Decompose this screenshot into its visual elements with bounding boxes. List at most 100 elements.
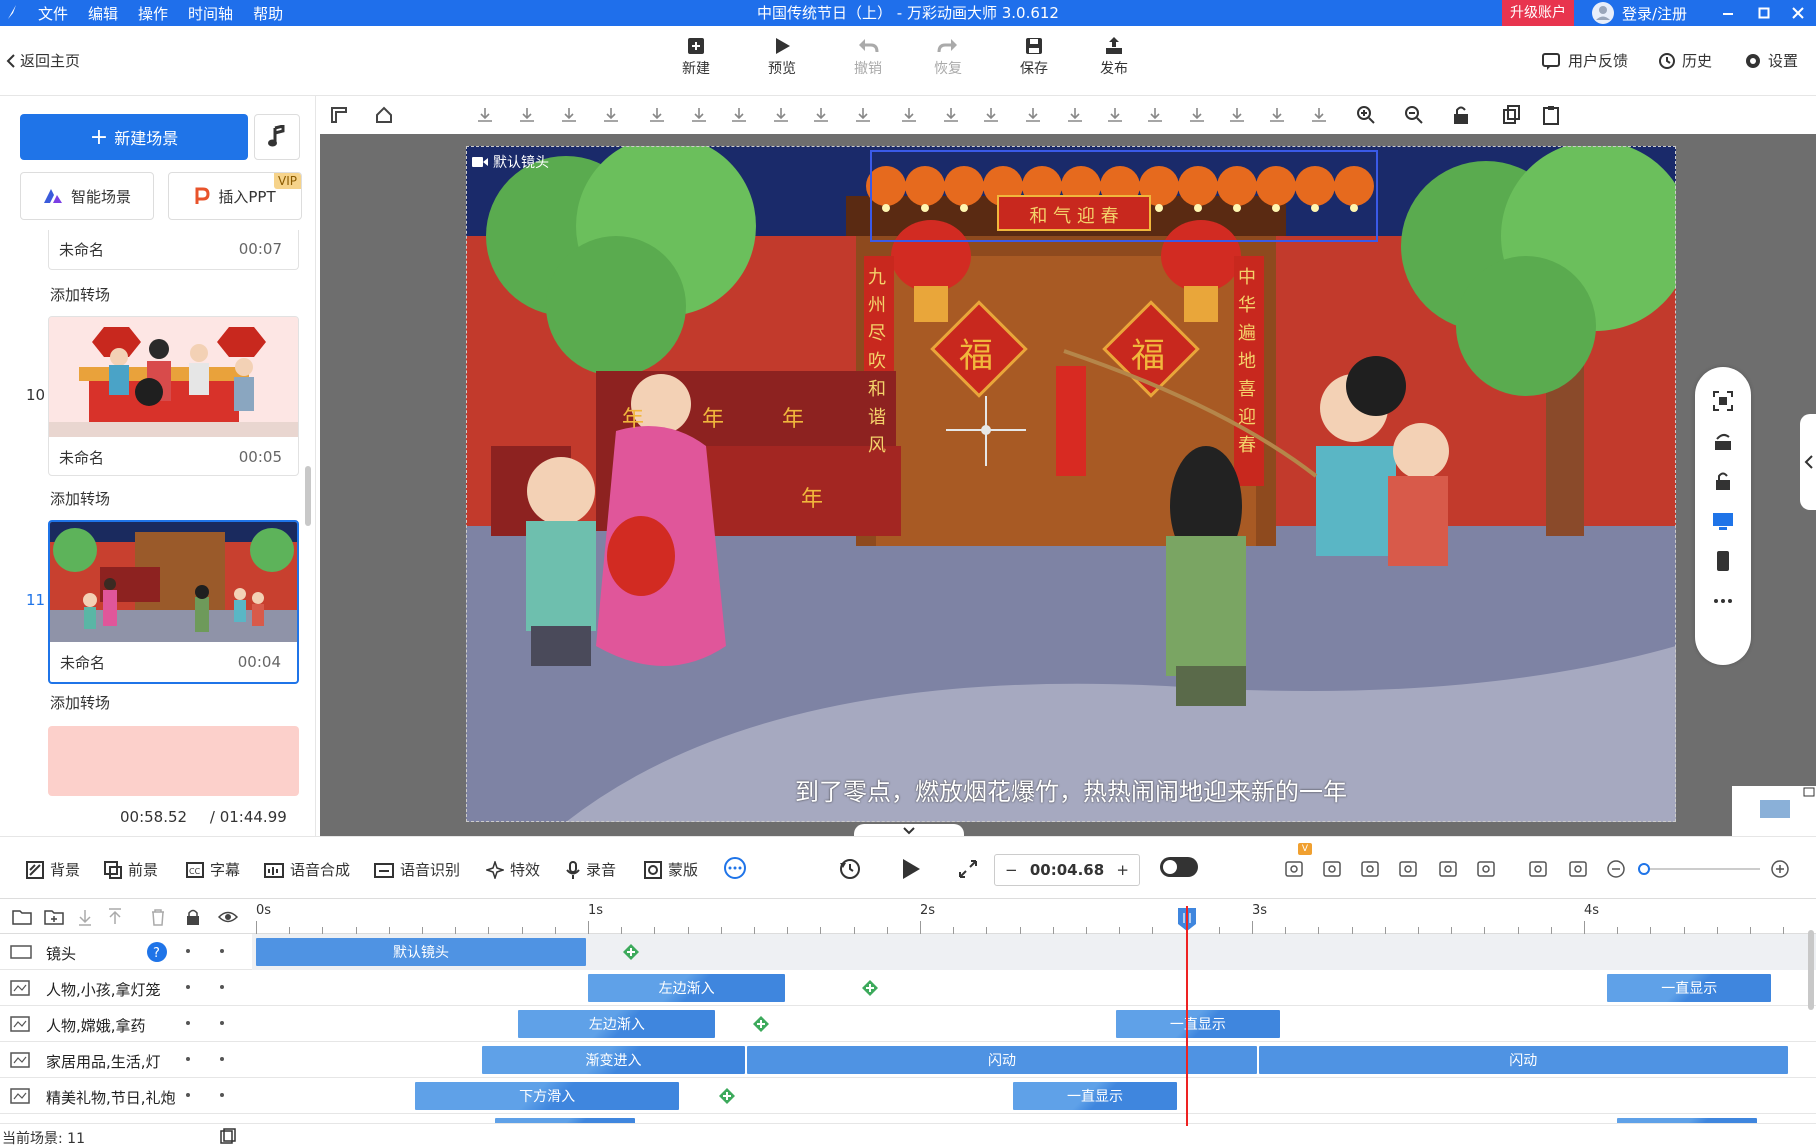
lock-icon[interactable] <box>1711 469 1735 493</box>
settings-button[interactable]: 设置 <box>1744 50 1798 71</box>
track-lane[interactable]: 渐变进入 闪动 闪动 <box>252 1042 1816 1078</box>
mask-button[interactable]: 蒙版 <box>644 859 698 880</box>
save-button[interactable]: 保存 <box>1004 36 1064 78</box>
align-baseline-icon[interactable] <box>602 106 620 124</box>
close-button[interactable] <box>1778 0 1816 26</box>
align-column-icon[interactable] <box>1024 106 1042 124</box>
lock-dot[interactable] <box>186 1093 190 1097</box>
move-up-icon[interactable] <box>108 908 122 926</box>
zoom-thumb[interactable] <box>1638 863 1650 875</box>
scene-card-selected[interactable]: 未命名 00:04 <box>48 520 299 684</box>
fit-screen-icon[interactable] <box>1711 389 1735 413</box>
align-top-edge-icon[interactable] <box>1228 106 1246 124</box>
frame-icon[interactable] <box>1066 106 1084 124</box>
scene-card[interactable] <box>48 726 299 796</box>
plus-icon[interactable]: + <box>1116 861 1129 879</box>
animation-clip[interactable]: 一直显示 <box>1607 974 1772 1002</box>
scene-list-icon[interactable] <box>220 1128 236 1144</box>
minus-icon[interactable]: − <box>1005 861 1018 879</box>
trash-icon[interactable] <box>150 908 166 926</box>
filter-icon[interactable] <box>1438 859 1458 879</box>
ruler-icon[interactable] <box>330 106 348 124</box>
speech-recognition-button[interactable]: 语音识别 <box>374 859 460 880</box>
visibility-dot[interactable] <box>220 985 224 989</box>
add-keyframe-icon[interactable] <box>752 1015 770 1033</box>
adjust-icon[interactable] <box>1476 859 1496 879</box>
add-keyframe-icon[interactable] <box>622 943 640 961</box>
animation-clip[interactable]: 一直显示 <box>1115 1010 1280 1038</box>
crop-icon[interactable] <box>854 106 872 124</box>
toggle-switch[interactable] <box>1160 857 1198 877</box>
lock-dot[interactable] <box>186 1021 190 1025</box>
ratio-icon[interactable] <box>1568 859 1588 879</box>
lock-icon[interactable] <box>1452 105 1470 125</box>
help-icon[interactable]: ? <box>146 941 168 963</box>
add-transition-button[interactable]: 添加转场 <box>50 692 110 713</box>
lock-icon[interactable] <box>186 908 200 926</box>
more-options-icon[interactable] <box>724 857 746 879</box>
animation-clip[interactable] <box>1617 1118 1758 1123</box>
more-icon[interactable] <box>1711 589 1735 613</box>
scene-card[interactable]: 未命名 00:07 <box>48 230 299 270</box>
login-button[interactable]: 登录/注册 <box>1592 0 1687 26</box>
add-keyframe-icon[interactable] <box>861 979 879 997</box>
track-lane[interactable]: 默认镜头 <box>252 934 1816 970</box>
time-input[interactable]: − 00:04.68 + <box>994 854 1140 886</box>
visibility-dot[interactable] <box>220 1057 224 1061</box>
camera-icon[interactable] <box>1322 859 1342 879</box>
zoom-out-icon[interactable] <box>1404 105 1424 125</box>
track-lane[interactable]: 左边渐入 一直显示 <box>252 970 1816 1006</box>
foreground-button[interactable]: 前景 <box>104 859 158 880</box>
scene-list-scrollbar[interactable] <box>305 466 311 526</box>
animation-clip[interactable]: 默认镜头 <box>256 938 586 966</box>
record-button[interactable]: 录音 <box>566 859 616 880</box>
insert-ppt-button[interactable]: 插入PPT VIP <box>168 172 302 220</box>
animation-clip[interactable]: 闪动 <box>1258 1046 1788 1074</box>
tts-button[interactable]: 语音合成 <box>264 859 350 880</box>
play-icon[interactable] <box>900 857 922 881</box>
track-row[interactable]: 人物,嫦娥,拿药 左边渐入 一直显示 <box>0 1006 1816 1042</box>
animation-clip[interactable]: 闪动 <box>747 1046 1257 1074</box>
back-home-button[interactable]: 返回主页 <box>6 50 80 71</box>
animation-clip[interactable] <box>495 1118 636 1123</box>
visibility-dot[interactable] <box>220 949 224 953</box>
unlock-icon[interactable] <box>730 106 748 124</box>
screen-icon[interactable] <box>1711 509 1735 533</box>
align-vcenter-icon[interactable] <box>560 106 578 124</box>
add-transition-button[interactable]: 添加转场 <box>50 284 110 305</box>
phone-icon[interactable] <box>1711 549 1735 573</box>
scene-card[interactable]: 未命名 00:05 <box>48 316 299 476</box>
paste-icon[interactable] <box>1542 105 1560 125</box>
lock-dot[interactable] <box>186 1057 190 1061</box>
timeline-scrollbar[interactable] <box>1808 930 1814 1010</box>
delete-icon[interactable] <box>812 106 830 124</box>
align-center-icon[interactable] <box>1188 106 1206 124</box>
align-hcenter-icon[interactable] <box>1310 106 1328 124</box>
track-lane[interactable]: 下方滑入 一直显示 <box>252 1078 1816 1114</box>
visibility-dot[interactable] <box>220 1093 224 1097</box>
visibility-dot[interactable] <box>220 1021 224 1025</box>
track-row[interactable] <box>0 1114 1816 1124</box>
move-down-icon[interactable] <box>78 908 92 926</box>
add-keyframe-icon[interactable] <box>718 1087 736 1105</box>
align-bottom-edge-icon[interactable] <box>1268 106 1286 124</box>
edit-icon[interactable] <box>1360 859 1380 879</box>
home-icon[interactable] <box>375 106 393 124</box>
side-panel-toggle[interactable] <box>1800 414 1816 510</box>
scene-canvas[interactable]: 默认镜头 和 气 迎 春 九州尽吹和谐风 中华遍地喜迎春 福 福 年 年 年 年… <box>466 146 1676 822</box>
flip-horizontal-icon[interactable] <box>648 106 666 124</box>
background-button[interactable]: 背景 <box>26 859 80 880</box>
animation-clip[interactable]: 下方滑入 <box>415 1082 679 1110</box>
animation-clip[interactable]: 一直显示 <box>1012 1082 1177 1110</box>
folder-icon[interactable] <box>12 908 32 926</box>
music-button[interactable] <box>254 114 300 160</box>
animation-clip[interactable]: 渐变进入 <box>481 1046 746 1074</box>
fullscreen-icon[interactable] <box>958 859 978 879</box>
eye-icon[interactable] <box>218 910 238 924</box>
subtitle-button[interactable]: CC 字幕 <box>186 859 240 880</box>
distribute-v-icon[interactable] <box>900 106 918 124</box>
track-row[interactable]: 精美礼物,节日,礼炮 下方滑入 一直显示 <box>0 1078 1816 1114</box>
publish-button[interactable]: 发布 <box>1084 36 1144 78</box>
collapse-timeline-button[interactable] <box>854 824 964 836</box>
rotate-icon[interactable] <box>1711 429 1735 453</box>
